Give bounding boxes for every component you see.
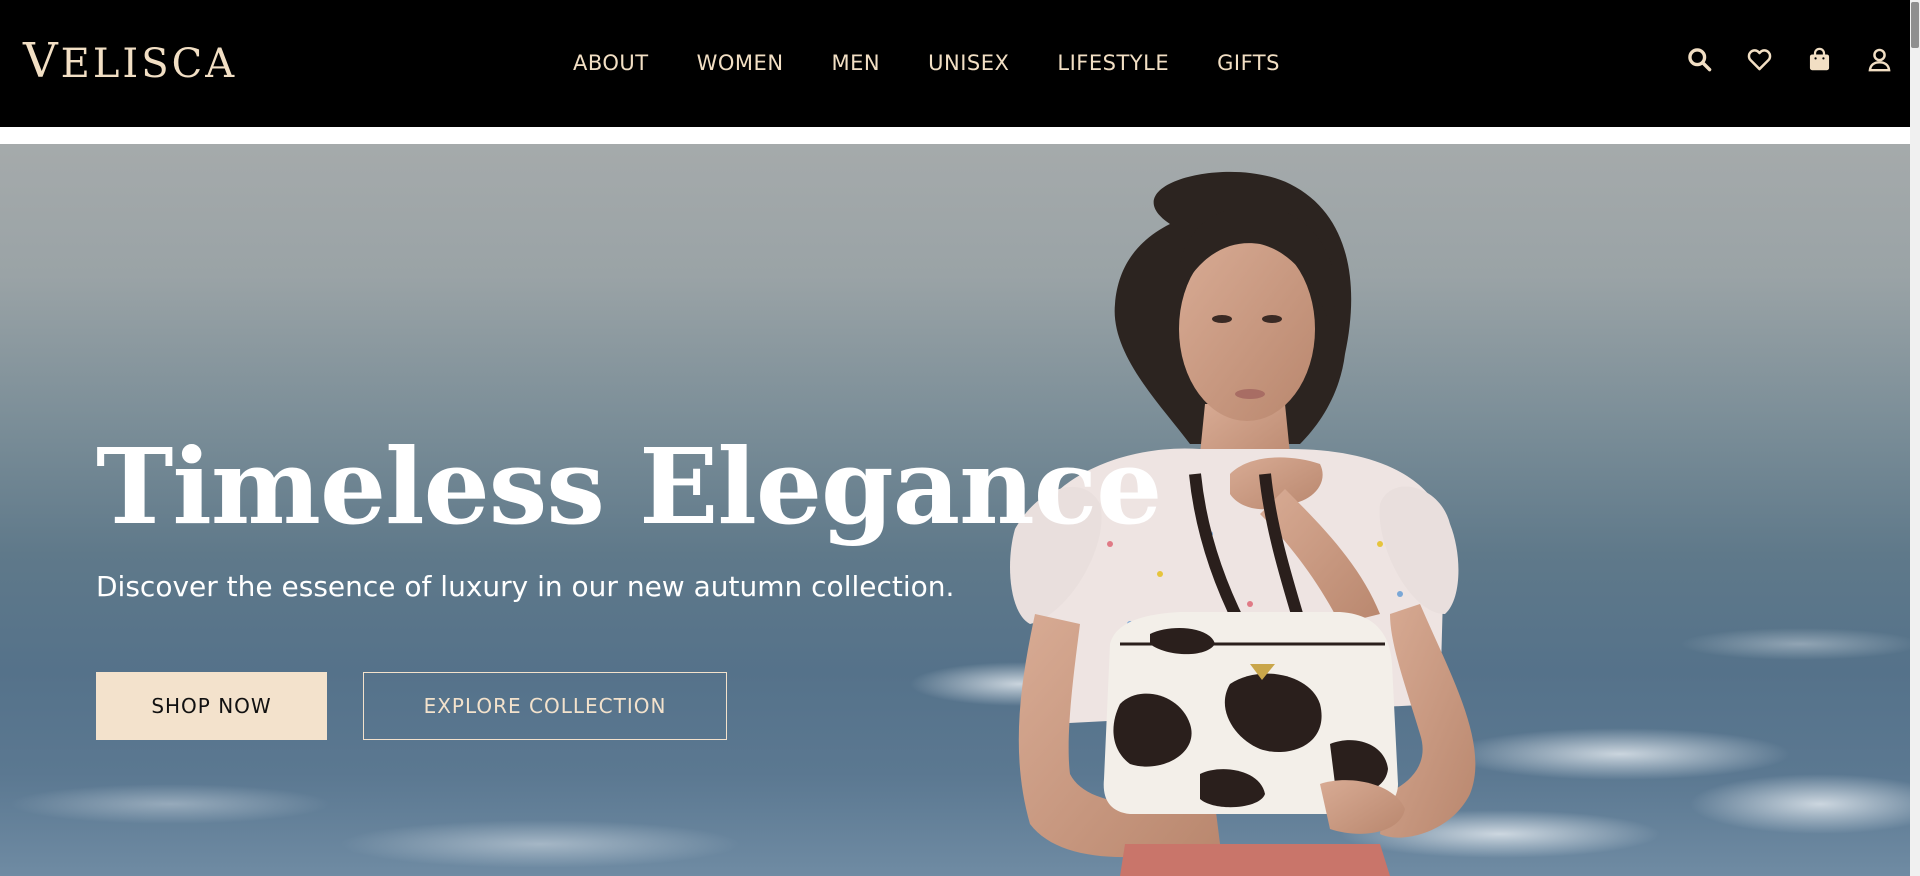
nav-item-unisex[interactable]: UNISEX bbox=[928, 50, 1009, 76]
nav-item-gifts[interactable]: GIFTS bbox=[1217, 50, 1280, 76]
logo-text: ELISCA bbox=[60, 41, 238, 87]
user-icon[interactable] bbox=[1866, 46, 1893, 73]
nav-item-women[interactable]: WOMEN bbox=[697, 50, 784, 76]
hero-banner: Timeless Elegance Discover the essence o… bbox=[0, 144, 1910, 876]
header-divider bbox=[0, 127, 1910, 144]
scrollbar-thumb[interactable] bbox=[1911, 2, 1919, 48]
header-icons bbox=[1686, 46, 1893, 73]
hero-content: Timeless Elegance Discover the essence o… bbox=[96, 144, 1162, 876]
nav-item-men[interactable]: MEN bbox=[832, 50, 881, 76]
hero-title: Timeless Elegance bbox=[96, 425, 1162, 548]
explore-collection-button[interactable]: EXPLORE COLLECTION bbox=[363, 672, 727, 740]
main-nav: ABOUT WOMEN MEN UNISEX LIFESTYLE GIFTS bbox=[573, 50, 1280, 76]
shop-now-button[interactable]: SHOP NOW bbox=[96, 672, 327, 740]
page: VELISCA ABOUT WOMEN MEN UNISEX LIFESTYLE… bbox=[0, 0, 1920, 876]
site-header: VELISCA ABOUT WOMEN MEN UNISEX LIFESTYLE… bbox=[0, 0, 1910, 127]
shopping-bag-icon[interactable] bbox=[1806, 46, 1833, 73]
logo-initial: V bbox=[23, 33, 61, 89]
nav-item-about[interactable]: ABOUT bbox=[573, 50, 649, 76]
search-icon[interactable] bbox=[1686, 46, 1713, 73]
logo[interactable]: VELISCA bbox=[23, 36, 237, 89]
hero-subtitle: Discover the essence of luxury in our ne… bbox=[96, 570, 955, 603]
nav-item-lifestyle[interactable]: LIFESTYLE bbox=[1057, 50, 1169, 76]
heart-icon[interactable] bbox=[1746, 46, 1773, 73]
scrollbar-track[interactable] bbox=[1910, 0, 1920, 876]
